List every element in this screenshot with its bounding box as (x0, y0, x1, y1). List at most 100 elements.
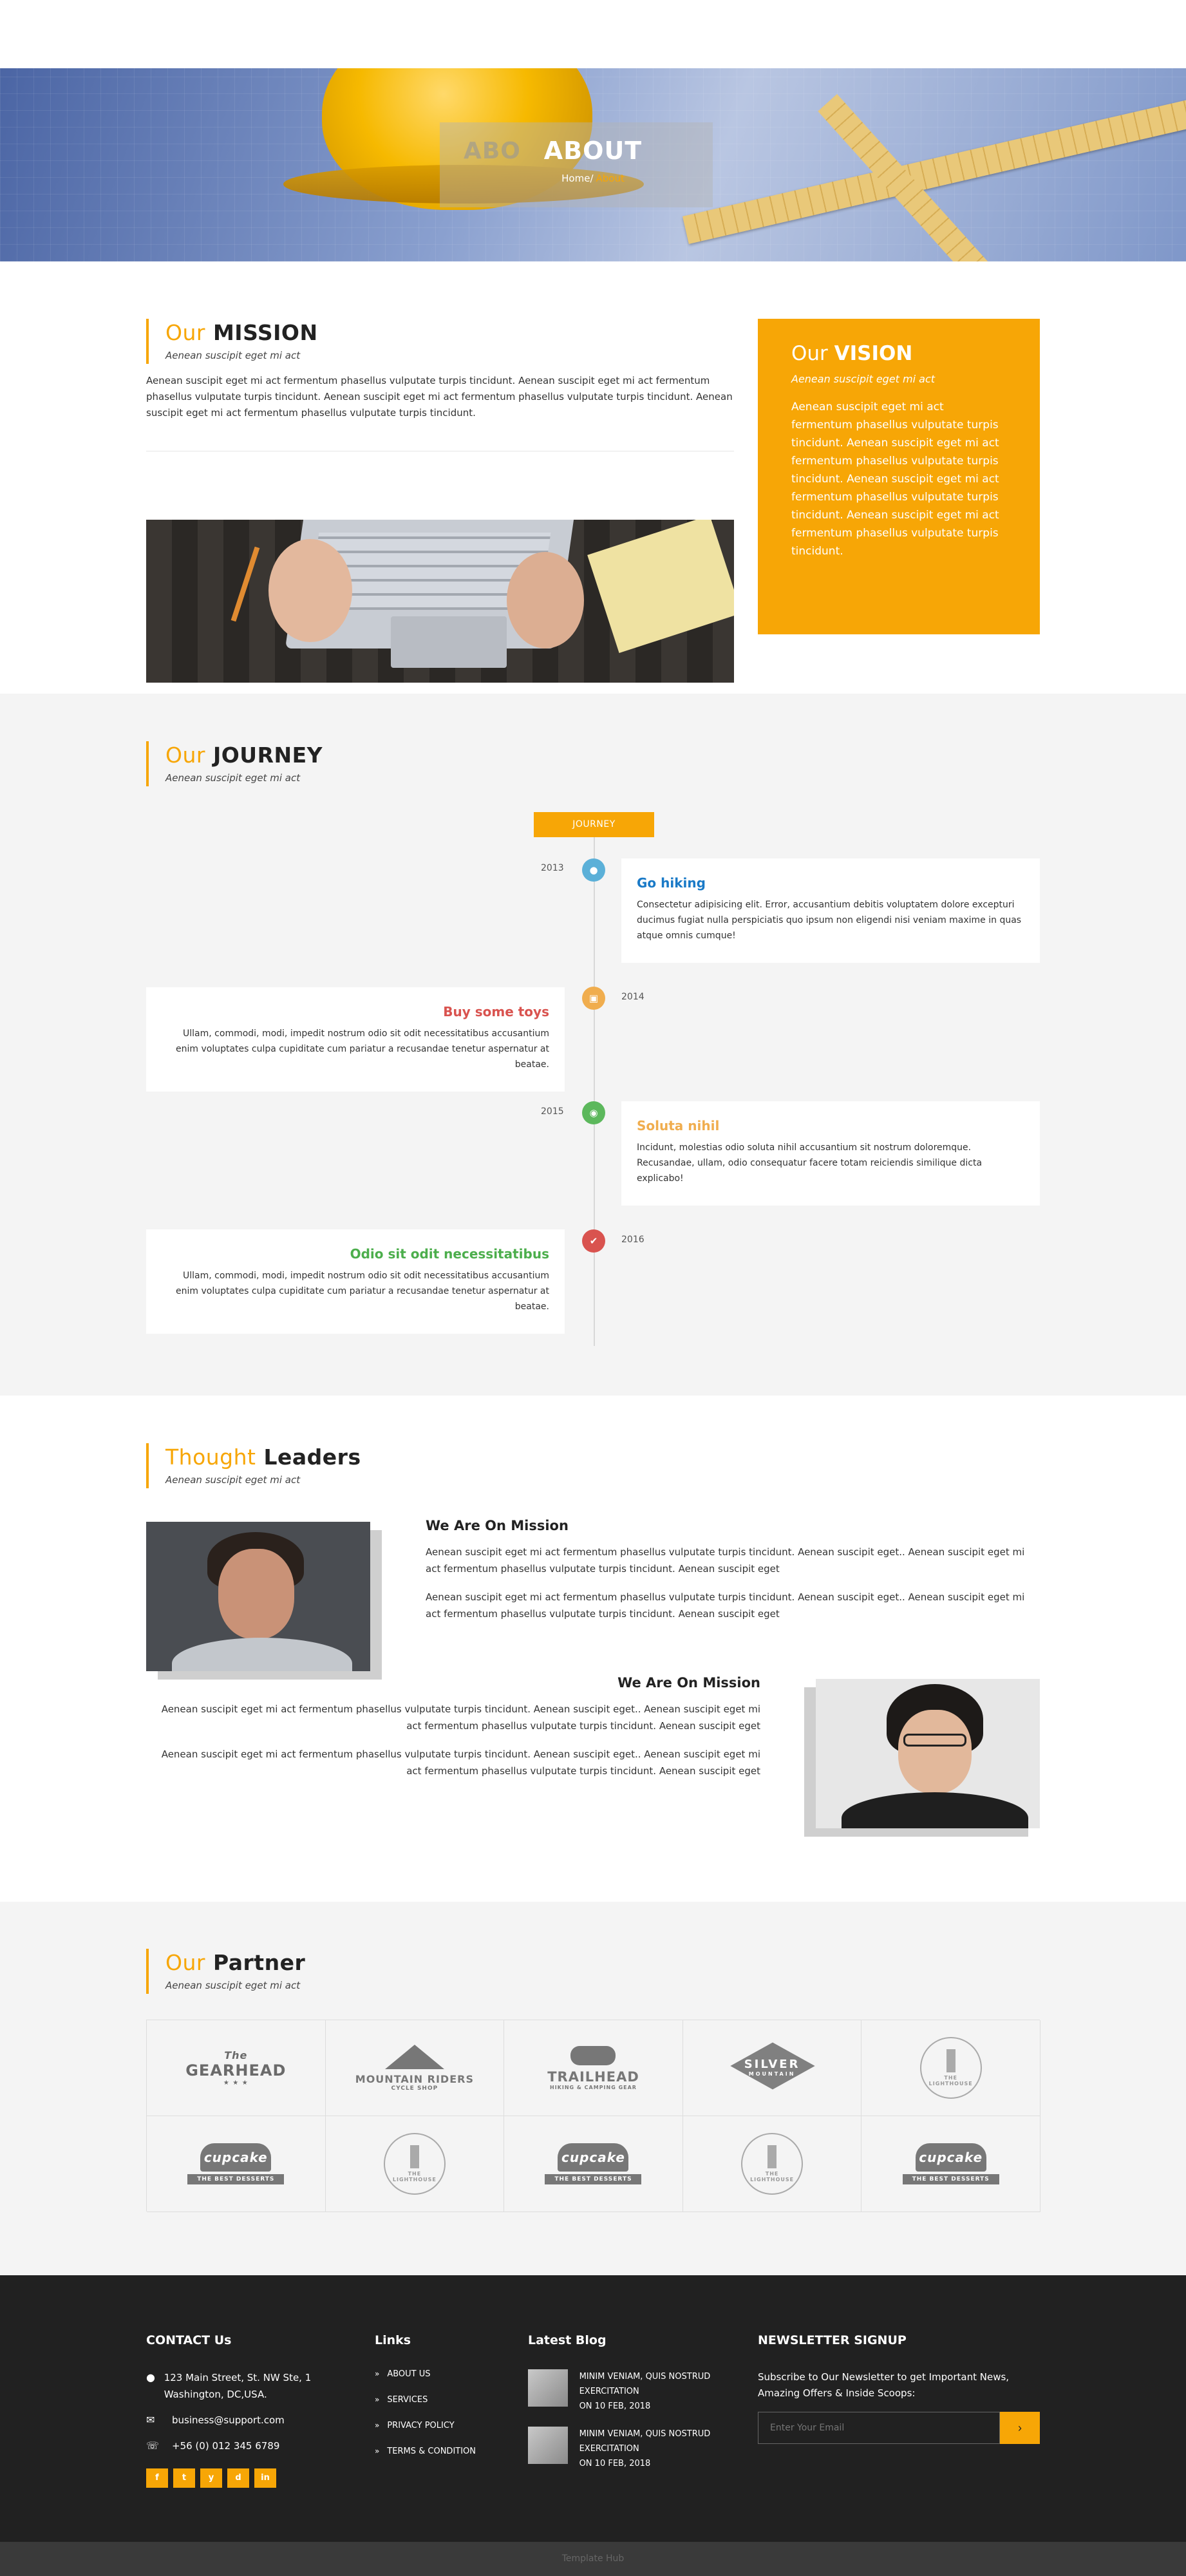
phone-icon: ☏ (146, 2439, 160, 2452)
timeline-card-text: Consectetur adipisicing elit. Error, acc… (637, 900, 1022, 941)
timeline-card-text: Ullam, commodi, modi, impedit nostrum od… (176, 1271, 549, 1312)
chevron-right-icon: » (375, 2447, 380, 2456)
leader-heading: We Are On Mission (426, 1518, 569, 1533)
banner-title-overlay (440, 122, 713, 207)
blog-thumbnail (528, 2369, 568, 2407)
footer-contact: CONTACT Us ● 123 Main Street, St. NW Ste,… (146, 2333, 339, 2488)
vision-heading: Our VISION (791, 342, 913, 365)
partner-subtitle: Aenean suscipit eget mi act (165, 1980, 301, 1991)
leader-photo (146, 1522, 370, 1671)
partner-logo-cupcake[interactable]: cupcake THE BEST DESSERTS (504, 2116, 683, 2212)
chevron-right-icon: » (375, 2421, 380, 2430)
twitter-icon[interactable]: t (173, 2468, 195, 2488)
timeline-card-text: Ullam, commodi, modi, impedit nostrum od… (176, 1028, 549, 1070)
copyright-bar: Template Hub (0, 2542, 1186, 2576)
partner-logo-lighthouse[interactable]: THE LIGHTHOUSE (682, 2116, 862, 2212)
page-title: ABOUT (543, 137, 643, 165)
leader-photo (816, 1679, 1040, 1828)
timeline-card: Soluta nihil Incidunt, molestias odio so… (621, 1101, 1040, 1206)
partner-logo-grid: The GEARHEAD ★ ★ ★ MOUNTAIN RIDERS CYCLE SH… (146, 2020, 1040, 2212)
footer-contact-title: CONTACT Us (146, 2333, 232, 2347)
timeline-card-title: Go hiking (637, 875, 706, 891)
newsletter-email-input[interactable] (758, 2412, 1000, 2444)
breadcrumb-current: About (596, 173, 625, 184)
vision-box: Our VISION Aenean suscipit eget mi act A… (758, 319, 1040, 634)
cart-icon: ▣ (582, 987, 605, 1010)
partner-logo-lighthouse[interactable]: THE LIGHTHOUSE (325, 2116, 505, 2212)
footer-link-about[interactable]: » ABOUT US (375, 2369, 504, 2379)
dribbble-icon[interactable]: d (227, 2468, 249, 2488)
leader-text: Aenean suscipit eget mi act fermentum ph… (426, 1591, 1025, 1620)
leader-info: We Are On Mission Aenean suscipit eget m… (146, 1675, 760, 1791)
footer-links: Links » ABOUT US » SERVICES » PRIVACY POLIC… (375, 2333, 504, 2472)
blog-post-date: ON 10 FEB, 2018 (579, 2459, 651, 2468)
facebook-icon[interactable]: f (146, 2468, 168, 2488)
timeline-card-text: Incidunt, molestias odio soluta nihil ac… (637, 1142, 983, 1184)
breadcrumb-home-link[interactable]: Home/ (561, 173, 593, 184)
envelope-icon: ✉ (146, 2414, 155, 2426)
journey-heading: Our JOURNEY Aenean suscipit eget mi act (146, 741, 323, 786)
blog-post[interactable]: MINIM VENIAM, QUIS NOSTRUD EXERCITATION O… (528, 2427, 740, 2471)
journey-button[interactable]: JOURNEY (534, 812, 654, 837)
partner-logo-trailhead[interactable]: TRAILHEAD HIKING & CAMPING GEAR (504, 2020, 683, 2116)
partner-logo-gearhead[interactable]: The GEARHEAD ★ ★ ★ (147, 2020, 326, 2116)
partner-logo-cupcake[interactable]: cupcake THE BEST DESSERTS (147, 2116, 326, 2212)
timeline-card-title: Odio sit odit necessitatibus (350, 1246, 549, 1262)
leaders-subtitle: Aenean suscipit eget mi act (165, 1474, 301, 1486)
timeline-card: Odio sit odit necessitatibus Ullam, comm… (146, 1229, 565, 1334)
mission-heading: Our MISSION Aenean suscipit eget mi act (146, 319, 318, 364)
footer-blog: Latest Blog MINIM VENIAM, QUIS NOSTRUD E… (528, 2333, 740, 2484)
partner-logo-mountain-riders[interactable]: MOUNTAIN RIDERS CYCLE SHOP (325, 2020, 505, 2116)
blog-post[interactable]: MINIM VENIAM, QUIS NOSTRUD EXERCITATION O… (528, 2369, 740, 2414)
leader-text: Aenean suscipit eget mi act fermentum ph… (161, 1703, 760, 1732)
timeline-card: Go hiking Consectetur adipisicing elit. … (621, 858, 1040, 963)
footer-link-terms[interactable]: » TERMS & CONDITION (375, 2447, 504, 2456)
blog-post-title: MINIM VENIAM, QUIS NOSTRUD EXERCITATION (579, 2372, 711, 2396)
contact-address: ● 123 Main Street, St. NW Ste, 1 Washingt… (146, 2369, 339, 2403)
footer-links-title: Links (375, 2333, 411, 2347)
leader-info: We Are On Mission Aenean suscipit eget m… (426, 1518, 1040, 1634)
camera-icon: ◉ (582, 1101, 605, 1124)
comment-icon: ● (582, 858, 605, 882)
timeline-year: 2015 (541, 1106, 564, 1117)
leaders-section: Thought Leaders Aenean suscipit eget mi … (146, 1443, 1040, 1842)
timeline-card-title: Soluta nihil (637, 1118, 720, 1133)
contact-email[interactable]: ✉ business@support.com (146, 2412, 339, 2429)
mission-subtitle: Aenean suscipit eget mi act (165, 350, 301, 361)
blog-post-date: ON 10 FEB, 2018 (579, 2401, 651, 2411)
mission-image (146, 520, 734, 683)
newsletter-submit-button[interactable]: › (1000, 2412, 1040, 2444)
site-footer: CONTACT Us ● 123 Main Street, St. NW Ste,… (0, 2275, 1186, 2542)
leader-heading: We Are On Mission (617, 1675, 760, 1690)
partner-logo-lighthouse[interactable]: THE LIGHTHOUSE (861, 2020, 1040, 2116)
leader-text: Aenean suscipit eget mi act fermentum ph… (161, 1748, 760, 1777)
blog-post-title: MINIM VENIAM, QUIS NOSTRUD EXERCITATION (579, 2429, 711, 2454)
timeline-line (594, 837, 595, 1346)
journey-subtitle: Aenean suscipit eget mi act (165, 772, 301, 784)
footer-newsletter: NEWSLETTER SIGNUP Subscribe to Our Newsl… (758, 2333, 1040, 2444)
partner-logo-cupcake[interactable]: cupcake THE BEST DESSERTS (861, 2116, 1040, 2212)
contact-phone[interactable]: ☏ +56 (0) 012 345 6789 (146, 2438, 339, 2454)
vision-text: Aenean suscipit eget mi act fermentum ph… (791, 401, 999, 558)
linkedin-icon[interactable]: in (254, 2468, 276, 2488)
partner-heading: Our Partner Aenean suscipit eget mi act (146, 1949, 305, 1994)
chevron-right-icon: » (375, 2395, 380, 2404)
newsletter-title: NEWSLETTER SIGNUP (758, 2333, 907, 2347)
partner-logo-silver[interactable]: SILVER MOUNTAIN (682, 2020, 862, 2116)
footer-link-services[interactable]: » SERVICES (375, 2395, 504, 2405)
footer-blog-title: Latest Blog (528, 2333, 607, 2347)
timeline-year: 2014 (621, 992, 645, 1002)
footer-link-privacy[interactable]: » PRIVACY POLICY (375, 2421, 504, 2430)
leaders-heading: Thought Leaders Aenean suscipit eget mi … (146, 1443, 361, 1488)
map-pin-icon: ● (146, 2371, 155, 2383)
social-links: f t y d in (146, 2468, 339, 2488)
check-icon: ✔ (582, 1229, 605, 1253)
timeline-card-title: Buy some toys (443, 1004, 549, 1019)
page-banner: ABO ABOUT Home/About (0, 68, 1186, 261)
chevron-right-icon: » (375, 2369, 380, 2378)
mission-section: Our MISSION Aenean suscipit eget mi act … (146, 319, 1040, 683)
blog-thumbnail (528, 2427, 568, 2464)
timeline-card: Buy some toys Ullam, commodi, modi, impe… (146, 987, 565, 1092)
timeline-year: 2016 (621, 1235, 645, 1245)
youtube-icon[interactable]: y (200, 2468, 222, 2488)
